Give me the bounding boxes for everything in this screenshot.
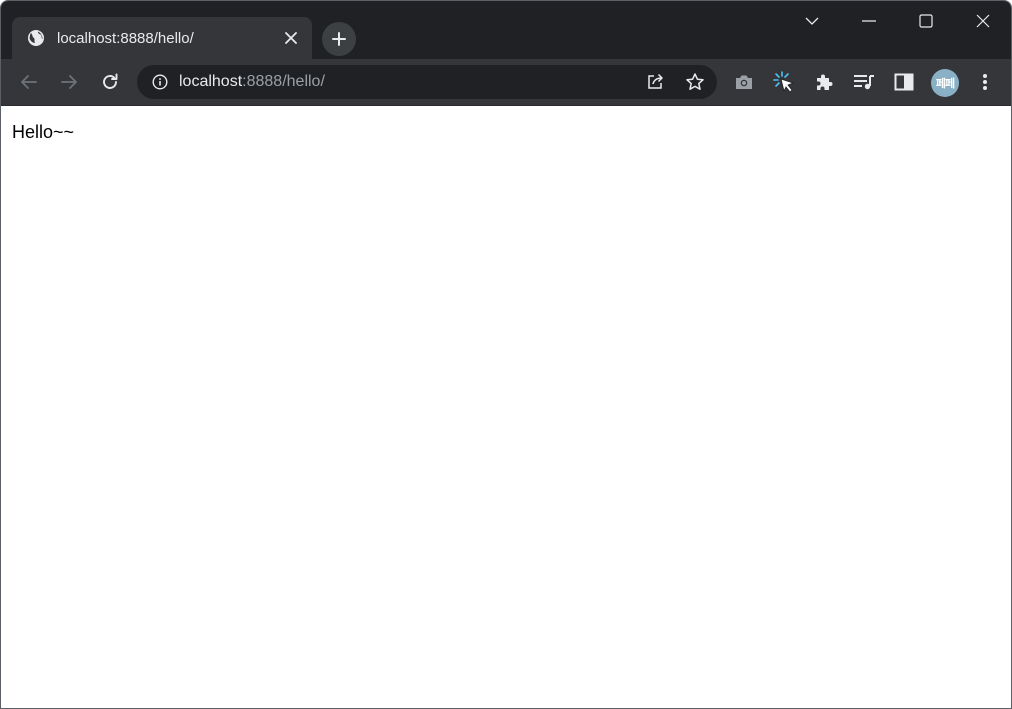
forward-button[interactable] — [53, 66, 85, 98]
browser-window: localhost:8888/hello/ localhost:8888/hel… — [0, 0, 1012, 709]
globe-icon — [26, 28, 46, 48]
menu-button[interactable] — [969, 66, 1001, 98]
minimize-button[interactable] — [840, 1, 897, 41]
tab-active[interactable]: localhost:8888/hello/ — [12, 17, 312, 59]
extensions-button[interactable] — [808, 66, 840, 98]
new-tab-button[interactable] — [322, 22, 356, 56]
puzzle-icon — [814, 72, 834, 92]
close-icon[interactable] — [280, 27, 302, 49]
info-icon[interactable] — [151, 73, 169, 91]
screenshot-button[interactable] — [728, 66, 760, 98]
reload-icon — [101, 73, 119, 91]
maximize-icon — [918, 14, 933, 28]
arrow-right-icon — [60, 73, 78, 91]
plus-icon — [331, 31, 347, 47]
address-bar[interactable]: localhost:8888/hello/ — [137, 65, 717, 99]
address-text: localhost:8888/hello/ — [179, 73, 325, 91]
share-icon[interactable] — [640, 67, 670, 97]
tab-title: localhost:8888/hello/ — [57, 29, 194, 47]
more-vert-icon — [982, 73, 988, 91]
address-path: :8888/hello/ — [242, 73, 325, 90]
profile-avatar[interactable]: 페페 — [931, 69, 959, 97]
tab-search-button[interactable] — [783, 1, 840, 41]
media-queue-icon — [853, 73, 875, 91]
minimize-icon — [861, 20, 876, 22]
side-panel-icon — [894, 73, 914, 91]
star-icon[interactable] — [680, 67, 710, 97]
back-button[interactable] — [13, 66, 45, 98]
media-queue-button[interactable] — [848, 66, 880, 98]
close-window-button[interactable] — [954, 1, 1011, 41]
arrow-left-icon — [20, 73, 38, 91]
page-content: Hello~~ — [1, 106, 1011, 708]
toolbar: localhost:8888/hello/ 페페 — [1, 59, 1011, 106]
cursor-extension-button[interactable] — [768, 66, 800, 98]
page-body-text: Hello~~ — [12, 122, 75, 142]
maximize-button[interactable] — [897, 1, 954, 41]
camera-icon — [734, 73, 754, 91]
title-bar: localhost:8888/hello/ — [1, 1, 1011, 59]
close-icon — [976, 14, 990, 28]
address-host: localhost — [179, 73, 243, 90]
chevron-down-icon — [805, 16, 819, 26]
reload-button[interactable] — [94, 66, 126, 98]
cursor-icon — [773, 71, 795, 93]
side-panel-button[interactable] — [888, 66, 920, 98]
